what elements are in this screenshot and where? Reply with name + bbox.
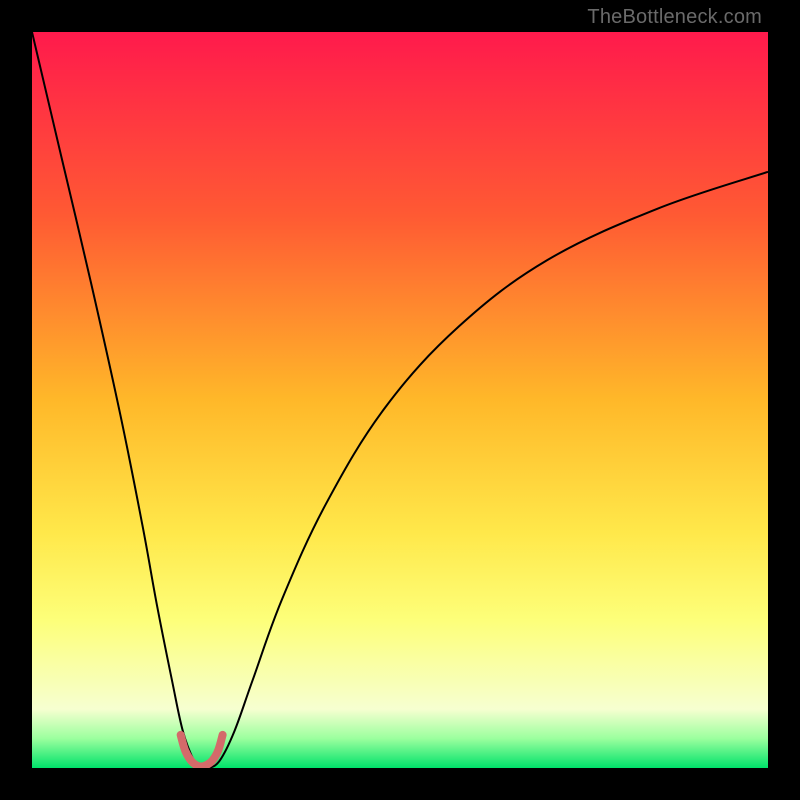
ideal-marker xyxy=(181,735,223,767)
bottleneck-curve xyxy=(32,32,768,768)
plot-area xyxy=(32,32,768,768)
chart-frame: TheBottleneck.com xyxy=(0,0,800,800)
curve-layer xyxy=(32,32,768,768)
watermark-text: TheBottleneck.com xyxy=(587,6,762,29)
